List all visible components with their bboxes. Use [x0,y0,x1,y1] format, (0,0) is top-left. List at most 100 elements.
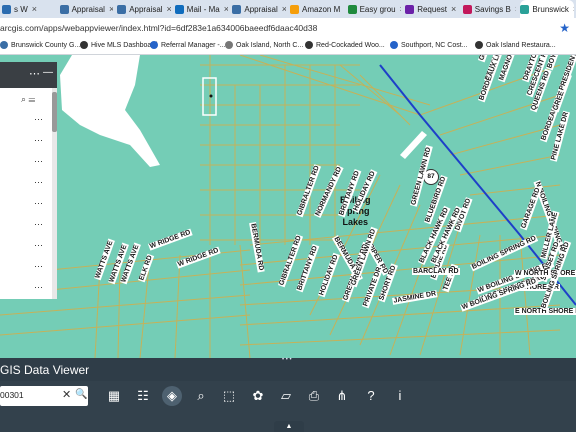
layer-row-menu-button[interactable]: ⋯ [34,261,44,272]
search-input[interactable]: 00301 [0,390,24,400]
tab-label: Brunswick [532,4,569,14]
panel-body: ⌕ ☰ ⋯ ⋯ ⋯ ⋯ ⋯ ⋯ ⋯ ⋯ ⋯ [0,88,52,299]
scrollbar-thumb[interactable] [52,92,57,132]
tab-close-icon[interactable]: × [515,4,517,14]
tab-favicon-icon [59,4,69,14]
measure-icon[interactable]: ▱ [276,386,296,406]
browser-tab[interactable]: Request × [405,0,459,18]
address-bar[interactable]: arcgis.com/apps/webappviewer/index.html?… [0,18,576,40]
browser-tab[interactable]: Savings B × [462,0,517,18]
tab-label: Appraisal [244,4,278,14]
tab-favicon-icon [520,4,530,14]
browser-tab[interactable]: Appraisal × [59,0,113,18]
list-icon[interactable]: ☷ [133,386,153,406]
browser-tab[interactable]: Appraisal × [232,0,286,18]
layers-icon[interactable]: ◈ [162,386,182,406]
layer-row-menu-button[interactable]: ⋯ [34,177,44,188]
tab-label: Savings B [474,4,511,14]
layer-row-menu-button[interactable]: ⋯ [34,219,44,230]
share-icon[interactable]: ⋔ [332,386,352,406]
layer-row-menu-button[interactable]: ⋯ [34,282,44,293]
panel-search-icon[interactable]: ⌕ ☰ [21,94,35,105]
browser-tab[interactable]: Brunswick × [520,0,574,18]
info-icon[interactable]: i [390,386,410,406]
print-icon[interactable]: ⎙ [304,386,324,406]
panel-more-button[interactable]: ⋯ [29,67,41,80]
bookmark-label: Oak Island Restaura... [486,41,556,49]
zoom-search-icon[interactable]: ⌕ [191,386,211,406]
clear-search-icon[interactable]: ✕ [62,388,71,401]
tab-close-icon[interactable]: × [109,4,113,14]
browser-tab[interactable]: Appraisal × [117,0,171,18]
layer-list-panel[interactable]: ⋯ — ⌕ ☰ ⋯ ⋯ ⋯ ⋯ ⋯ ⋯ ⋯ ⋯ ⋯ [0,62,57,299]
bookmark-label: Oak Island, North C... [236,41,304,49]
tab-favicon-icon [347,4,357,14]
layer-row-menu-button[interactable]: ⋯ [34,135,44,146]
search-icon[interactable]: 🔍 [75,389,87,400]
tab-close-icon[interactable]: × [400,4,402,14]
tab-favicon-icon [462,4,472,14]
panel-minimize-button[interactable]: — [43,67,53,78]
tab-favicon-icon [405,4,415,14]
bookmark-label: Red-Cockaded Woo... [316,41,385,49]
map-view[interactable]: 87 Boiling Spring Lakes GREEN LAWN RDBLU… [0,55,576,358]
street-label: BARCLAY RD [412,268,460,275]
tab-close-icon[interactable]: × [224,4,229,14]
bookmark-item[interactable]: Oak Island, North C... [225,41,303,49]
parcel-point [209,94,213,98]
tab-close-icon[interactable]: × [451,4,456,14]
layer-row-menu-button[interactable]: ⋯ [34,114,44,125]
bookmark-item[interactable]: Southport, NC Cost... [390,41,468,49]
bookmark-star-icon[interactable]: ★ [559,21,570,35]
tab-close-icon[interactable]: × [32,4,37,14]
bookmark-item[interactable]: Hive MLS Dashboard [80,41,158,49]
bookmark-favicon-icon [225,41,233,49]
tab-favicon-icon [174,4,184,14]
bookmark-item[interactable]: Referral Manager -... [150,41,226,49]
bookmark-favicon-icon [80,41,88,49]
bookmark-favicon-icon [305,41,313,49]
panel-scrollbar[interactable] [52,88,57,299]
street-label-text: W NORTH SHORE DR [514,270,576,277]
panel-header: ⋯ — [0,62,57,88]
bookmark-favicon-icon [150,41,158,49]
tab-label: Request [417,4,447,14]
bookmark-item[interactable]: Red-Cockaded Woo... [305,41,385,49]
select-icon[interactable]: ⬚ [219,386,239,406]
tab-label: Easy grou [359,4,396,14]
tab-close-icon[interactable]: × [167,4,171,14]
browser-tab[interactable]: Easy grou × [347,0,402,18]
layer-row-menu-button[interactable]: ⋯ [34,198,44,209]
bookmark-label: Referral Manager -... [161,41,226,49]
tab-label: Amazon M [302,4,341,14]
bookmark-label: Brunswick County G... [11,41,81,49]
bookmark-label: Southport, NC Cost... [401,41,468,49]
bottom-panel-toggle[interactable]: ▲ [274,421,304,432]
bookmark-favicon-icon [475,41,483,49]
tab-close-icon[interactable]: × [282,4,286,14]
tab-close-icon[interactable]: × [573,4,574,14]
layer-row-menu-button[interactable]: ⋯ [34,240,44,251]
tab-label: Mail - Ma [186,4,220,14]
browser-tab-strip: s W × Appraisal × Appraisal × Mail - Ma × Apprai… [0,0,576,18]
browser-tab[interactable]: s W × [2,0,56,18]
lake-shape [60,55,160,167]
layer-row-menu-button[interactable]: ⋯ [34,156,44,167]
bookmark-item[interactable]: Oak Island Restaura... [475,41,556,49]
help-icon[interactable]: ? [361,386,381,406]
parcel-search-box[interactable]: 00301 ✕ 🔍 [0,386,88,406]
panel-grip-icon[interactable]: • • • [282,357,296,363]
tab-favicon-icon [117,4,127,14]
tab-label: Appraisal [71,4,105,14]
tab-label: Appraisal [129,4,163,14]
browser-tab[interactable]: Amazon M× [290,0,344,18]
map-canvas[interactable] [0,55,576,358]
tab-favicon-icon [290,4,299,14]
browser-tab[interactable]: Mail - Ma × [174,0,229,18]
url-text[interactable]: arcgis.com/apps/webappviewer/index.html?… [0,23,317,33]
bookmark-label: Hive MLS Dashboard [91,41,158,49]
tab-favicon-icon [232,4,242,14]
bookmark-item[interactable]: Brunswick County G... [0,41,80,49]
grid-icon[interactable]: ▦ [104,386,124,406]
palette-icon[interactable]: ✿ [248,386,268,406]
